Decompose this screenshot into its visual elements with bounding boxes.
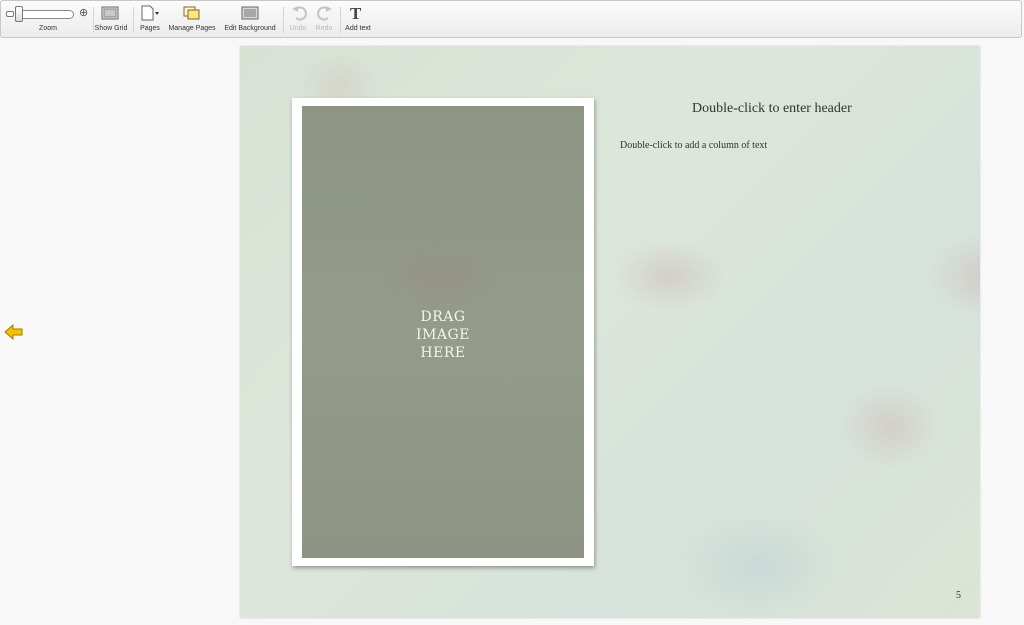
manage-pages-label: Manage Pages (168, 25, 216, 32)
toolbar-separator (133, 7, 134, 33)
page-header-placeholder[interactable]: Double-click to enter header (692, 101, 852, 117)
previous-page-button[interactable] (4, 322, 24, 342)
zoom-slider[interactable] (16, 10, 74, 19)
show-grid-label: Show Grid (94, 25, 128, 32)
undo-label: Undo (289, 25, 307, 32)
add-text-label: Add text (345, 25, 371, 32)
undo-icon (292, 6, 307, 21)
book-page: DRAG IMAGE HERE Double-click to enter he… (240, 46, 980, 618)
page-icon (141, 5, 159, 21)
pages-button[interactable] (140, 5, 160, 26)
show-grid-button[interactable] (101, 5, 119, 26)
add-text-button[interactable]: T (350, 4, 361, 24)
zoom-slider-thumb[interactable] (15, 6, 23, 22)
text-column-placeholder[interactable]: Double-click to add a column of text (620, 140, 767, 151)
text-icon: T (350, 4, 362, 23)
undo-button[interactable] (290, 5, 308, 26)
grid-icon (101, 6, 119, 20)
edit-background-button[interactable] (241, 5, 259, 26)
manage-pages-button[interactable] (183, 5, 201, 26)
toolbar-separator (340, 7, 341, 33)
toolbar-separator (283, 7, 284, 33)
pages-label: Pages (140, 25, 160, 32)
image-drop-zone[interactable]: DRAG IMAGE HERE (302, 106, 584, 558)
redo-icon (317, 6, 332, 21)
redo-button[interactable] (316, 5, 334, 26)
zoom-in-icon[interactable]: ⊕ (79, 8, 88, 19)
drag-image-here-text: DRAG IMAGE HERE (416, 309, 470, 361)
page-number: 5 (956, 590, 961, 601)
background-icon (241, 6, 259, 20)
toolbar: ⊕ Zoom Show Grid Pages Manage Pages Edit… (0, 0, 1022, 38)
manage-pages-icon (183, 6, 200, 20)
photo-frame: DRAG IMAGE HERE (292, 98, 594, 566)
zoom-out-icon[interactable] (6, 11, 14, 17)
zoom-label: Zoom (39, 25, 57, 32)
redo-label: Redo (315, 25, 333, 32)
left-arrow-icon (4, 323, 23, 341)
edit-background-label: Edit Background (224, 25, 276, 32)
